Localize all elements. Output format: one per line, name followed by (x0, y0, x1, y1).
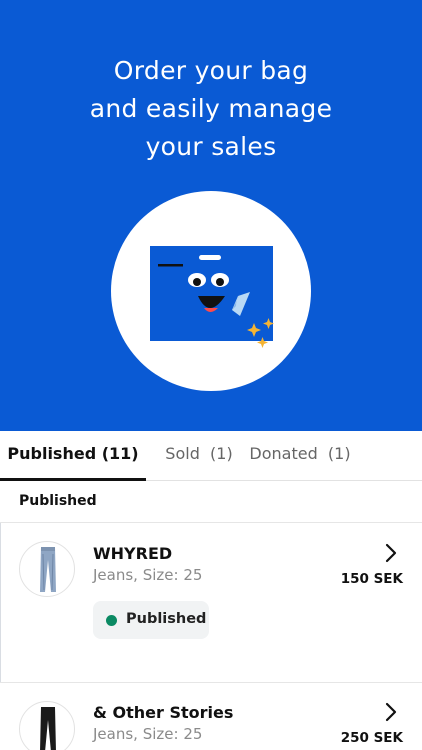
section-heading: Published (19, 493, 97, 509)
chevron-right-icon[interactable] (383, 702, 399, 722)
hero-title: Order your bag and easily manage your sa… (0, 52, 422, 166)
smiling-bag-icon (150, 246, 274, 348)
hero-title-line-1: Order your bag (113, 56, 309, 85)
status-label: Published (126, 611, 207, 627)
item-price: 150 SEK (340, 571, 403, 587)
tab-published[interactable]: Published (11) (0, 431, 146, 480)
item-thumbnail (19, 541, 75, 597)
item-brand: & Other Stories (93, 703, 234, 722)
item-price: 250 SEK (340, 730, 403, 746)
list-item[interactable]: & Other Stories Jeans, Size: 25 250 SEK (0, 683, 422, 750)
item-subtitle: Jeans, Size: 25 (93, 725, 203, 743)
chevron-right-icon[interactable] (383, 543, 399, 563)
item-subtitle: Jeans, Size: 25 (93, 566, 203, 584)
tab-bar: Published (11) Sold (1) Donated (1) (0, 431, 422, 481)
item-thumbnail (19, 701, 75, 750)
active-tab-indicator (0, 478, 146, 481)
tab-donated[interactable]: Donated (1) (248, 431, 352, 480)
black-jeans-icon (40, 707, 56, 750)
item-brand: WHYRED (93, 544, 173, 563)
status-dot (106, 615, 117, 626)
light-jeans-icon (40, 547, 56, 592)
tab-sold[interactable]: Sold (1) (154, 431, 244, 480)
hero-title-line-3: your sales (145, 132, 277, 161)
list-item[interactable]: WHYRED Jeans, Size: 25 150 SEK Published (0, 523, 422, 683)
app-screen: Order your bag and easily manage your sa… (0, 0, 422, 750)
hero-banner: Order your bag and easily manage your sa… (0, 0, 422, 431)
hero-title-line-2: and easily manage (89, 94, 333, 123)
status-badge: Published (93, 601, 209, 639)
